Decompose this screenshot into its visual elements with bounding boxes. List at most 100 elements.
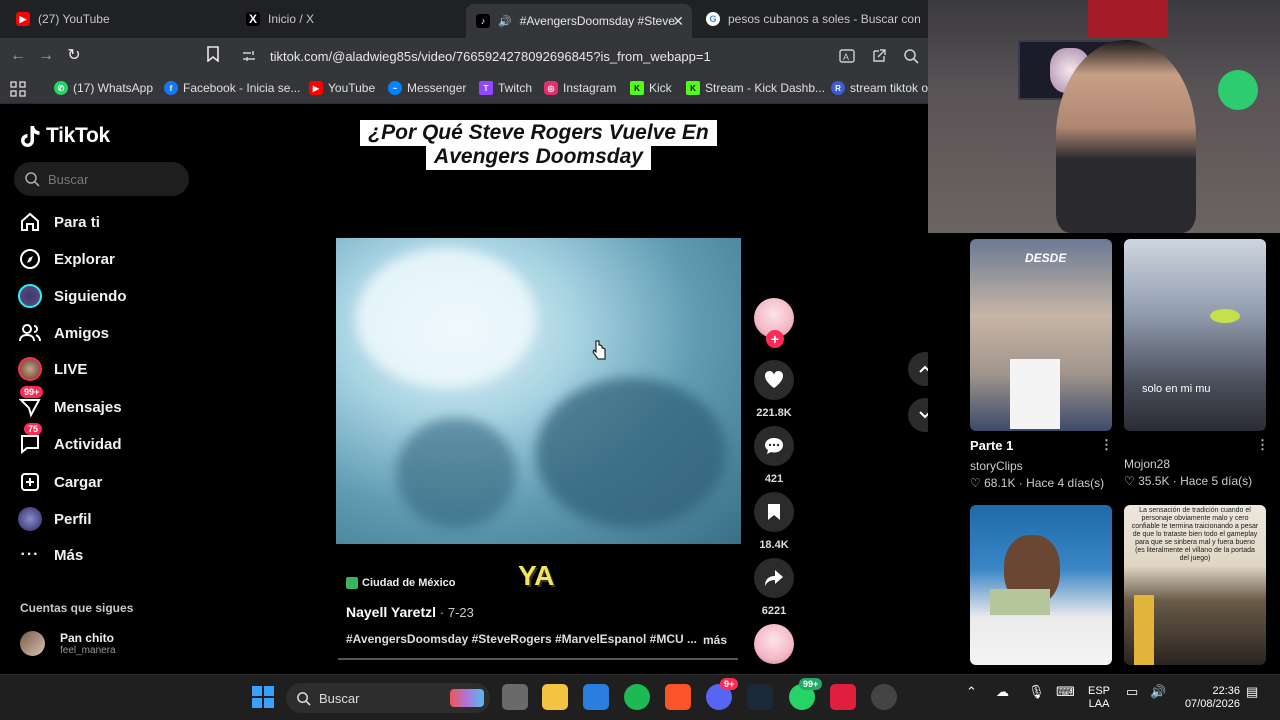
whatsapp-icon[interactable]: 99+ — [789, 678, 823, 710]
clock[interactable]: 22:36 07/08/2026 — [1178, 685, 1240, 711]
nav-explorar[interactable]: Explorar — [18, 245, 115, 273]
nav-perfil[interactable]: Perfil — [18, 505, 92, 533]
kick-icon: K — [686, 81, 700, 95]
video-hashtags[interactable]: #AvengersDoomsday #SteveRogers #MarvelEs… — [346, 632, 697, 646]
music-disc-avatar[interactable] — [754, 624, 794, 664]
language-indicator[interactable]: ESP LAA — [1088, 685, 1110, 711]
nav-mensajes[interactable]: 99+ Mensajes — [18, 386, 122, 421]
nav-amigos[interactable]: Amigos — [18, 319, 109, 347]
back-icon[interactable]: ← — [8, 46, 28, 66]
search-input[interactable]: Buscar — [14, 162, 189, 196]
video-author[interactable]: Mojon28 — [1124, 457, 1170, 471]
open-external-icon[interactable] — [870, 47, 888, 65]
follow-plus-icon[interactable]: + — [766, 330, 784, 348]
onedrive-icon[interactable]: ☁ — [996, 685, 1009, 698]
next-video-button[interactable] — [908, 398, 928, 432]
forward-icon[interactable]: → — [36, 46, 56, 66]
thumbnail-caption: solo en mi mu — [1142, 383, 1211, 395]
search-icon — [25, 172, 40, 187]
tab-google[interactable]: G pesos cubanos a soles - Buscar con G — [696, 4, 922, 34]
network-icon[interactable]: ▭ — [1126, 685, 1138, 698]
video-author[interactable]: storyClips — [970, 459, 1023, 473]
site-info-icon[interactable] — [242, 49, 256, 63]
tray-overflow-icon[interactable]: ⌃ — [966, 685, 977, 698]
x-icon: X — [246, 12, 260, 26]
share-button[interactable] — [754, 558, 794, 598]
nav-mas[interactable]: ··· Más — [18, 541, 84, 569]
bookmark-facebook[interactable]: f Facebook - Inicia se... — [164, 81, 300, 95]
address-bar[interactable]: tiktok.com/@aladwieg85s/video/7665924278… — [232, 42, 926, 70]
hand-cursor-icon — [592, 340, 606, 360]
location-tag[interactable]: Ciudad de México — [346, 574, 456, 592]
nav-cargar[interactable]: Cargar — [18, 468, 102, 496]
language-code: ESP — [1088, 685, 1111, 697]
bookmark-twitch[interactable]: T Twitch — [479, 81, 532, 95]
bookmark-whatsapp[interactable]: ✆ (17) WhatsApp — [54, 81, 153, 95]
microphone-icon[interactable]: 🎙 — [1028, 685, 1045, 698]
bookmark-kick-dashboard[interactable]: K Stream - Kick Dashb... — [686, 81, 825, 95]
save-button[interactable] — [754, 492, 794, 532]
video-thumbnail[interactable]: DESDE — [970, 239, 1112, 431]
avatar — [20, 631, 45, 656]
thumbnail-caption: DESDE — [1025, 251, 1067, 265]
video-thumbnail[interactable] — [970, 505, 1112, 665]
following-section-title: Cuentas que sigues — [20, 601, 134, 615]
zoom-icon[interactable] — [902, 47, 920, 65]
previous-video-button[interactable] — [908, 352, 928, 386]
like-button[interactable] — [754, 360, 794, 400]
tab-x[interactable]: X Inicio / X — [236, 4, 462, 34]
file-explorer-icon[interactable] — [542, 684, 568, 710]
notifications-icon[interactable]: ▤ — [1246, 685, 1258, 698]
bookmark-stream-tiktok[interactable]: Rstream tiktok ol — [831, 81, 931, 95]
nav-siguiendo[interactable]: Siguiendo — [18, 282, 127, 310]
keyboard-icon[interactable]: ⌨ — [1056, 685, 1075, 698]
nav-label: Más — [54, 546, 84, 564]
video-author[interactable]: Nayell Yaretzl · 7-23 — [346, 604, 474, 620]
tab-tiktok[interactable]: ♪ 🔊 #AvengersDoomsday #Steve ✕ — [466, 4, 692, 38]
volume-icon[interactable]: 🔊 — [1150, 685, 1166, 698]
thumbnail-object — [1010, 359, 1060, 429]
more-link[interactable]: más — [703, 633, 727, 647]
close-tab-icon[interactable]: ✕ — [672, 13, 684, 30]
bookmark-messenger[interactable]: ~ Messenger — [388, 81, 466, 95]
video-thumbnail[interactable]: La sensación de tradición cuando el pers… — [1124, 505, 1266, 665]
spotify-icon[interactable] — [624, 684, 650, 710]
taskbar-search[interactable]: Buscar — [286, 683, 490, 713]
bookmark-instagram[interactable]: ◎ Instagram — [544, 81, 616, 95]
brave-icon[interactable] — [665, 684, 691, 710]
steam-icon[interactable] — [747, 684, 773, 710]
activity-badge: 75 — [24, 423, 43, 435]
tab-youtube[interactable]: ▶ (27) YouTube — [6, 4, 232, 34]
discord-icon[interactable]: 9+ — [706, 678, 739, 710]
apps-icon[interactable] — [10, 81, 26, 97]
nav-para-ti[interactable]: Para ti — [18, 208, 100, 236]
windows-start-icon[interactable] — [250, 684, 276, 710]
task-view-icon[interactable] — [502, 684, 528, 710]
bookmark-icon[interactable] — [203, 46, 223, 66]
following-account[interactable]: Pan chito feel_manera — [20, 631, 116, 656]
more-icon: ··· — [20, 546, 40, 563]
video-title[interactable]: Parte 1 — [970, 438, 1013, 453]
video-frame-figure — [396, 418, 516, 528]
bookmark-kick[interactable]: K Kick — [630, 81, 672, 95]
video-thumbnail[interactable]: solo en mi mu — [1124, 239, 1266, 431]
video-player[interactable] — [336, 238, 741, 544]
messenger-icon: ~ — [388, 81, 402, 95]
options-icon[interactable]: ⋮ — [1100, 437, 1113, 453]
comment-button[interactable] — [754, 426, 794, 466]
obs-icon[interactable] — [871, 684, 897, 710]
tiktok-logo[interactable]: TikTok — [20, 124, 110, 148]
streaming-app-icon[interactable] — [830, 684, 856, 710]
store-icon[interactable] — [583, 684, 609, 710]
video-progress-bar[interactable] — [338, 658, 738, 660]
bookmark-youtube[interactable]: ▶ YouTube — [309, 81, 375, 95]
translate-icon[interactable]: A — [838, 47, 856, 65]
options-icon[interactable]: ⋮ — [1256, 437, 1269, 453]
video-stats: ♡ 68.1K · Hace 4 días(s) — [970, 476, 1104, 490]
nav-live[interactable]: LIVE — [18, 355, 87, 383]
video-title-line-1: ¿Por Qué Steve Rogers Vuelve En — [360, 120, 717, 146]
bookmarks-bar: ✆ (17) WhatsApp f Facebook - Inicia se... … — [0, 74, 931, 104]
reload-icon[interactable]: ↻ — [64, 46, 84, 66]
bookmark-label: YouTube — [328, 81, 376, 95]
nav-actividad[interactable]: 75 Actividad — [18, 423, 122, 458]
